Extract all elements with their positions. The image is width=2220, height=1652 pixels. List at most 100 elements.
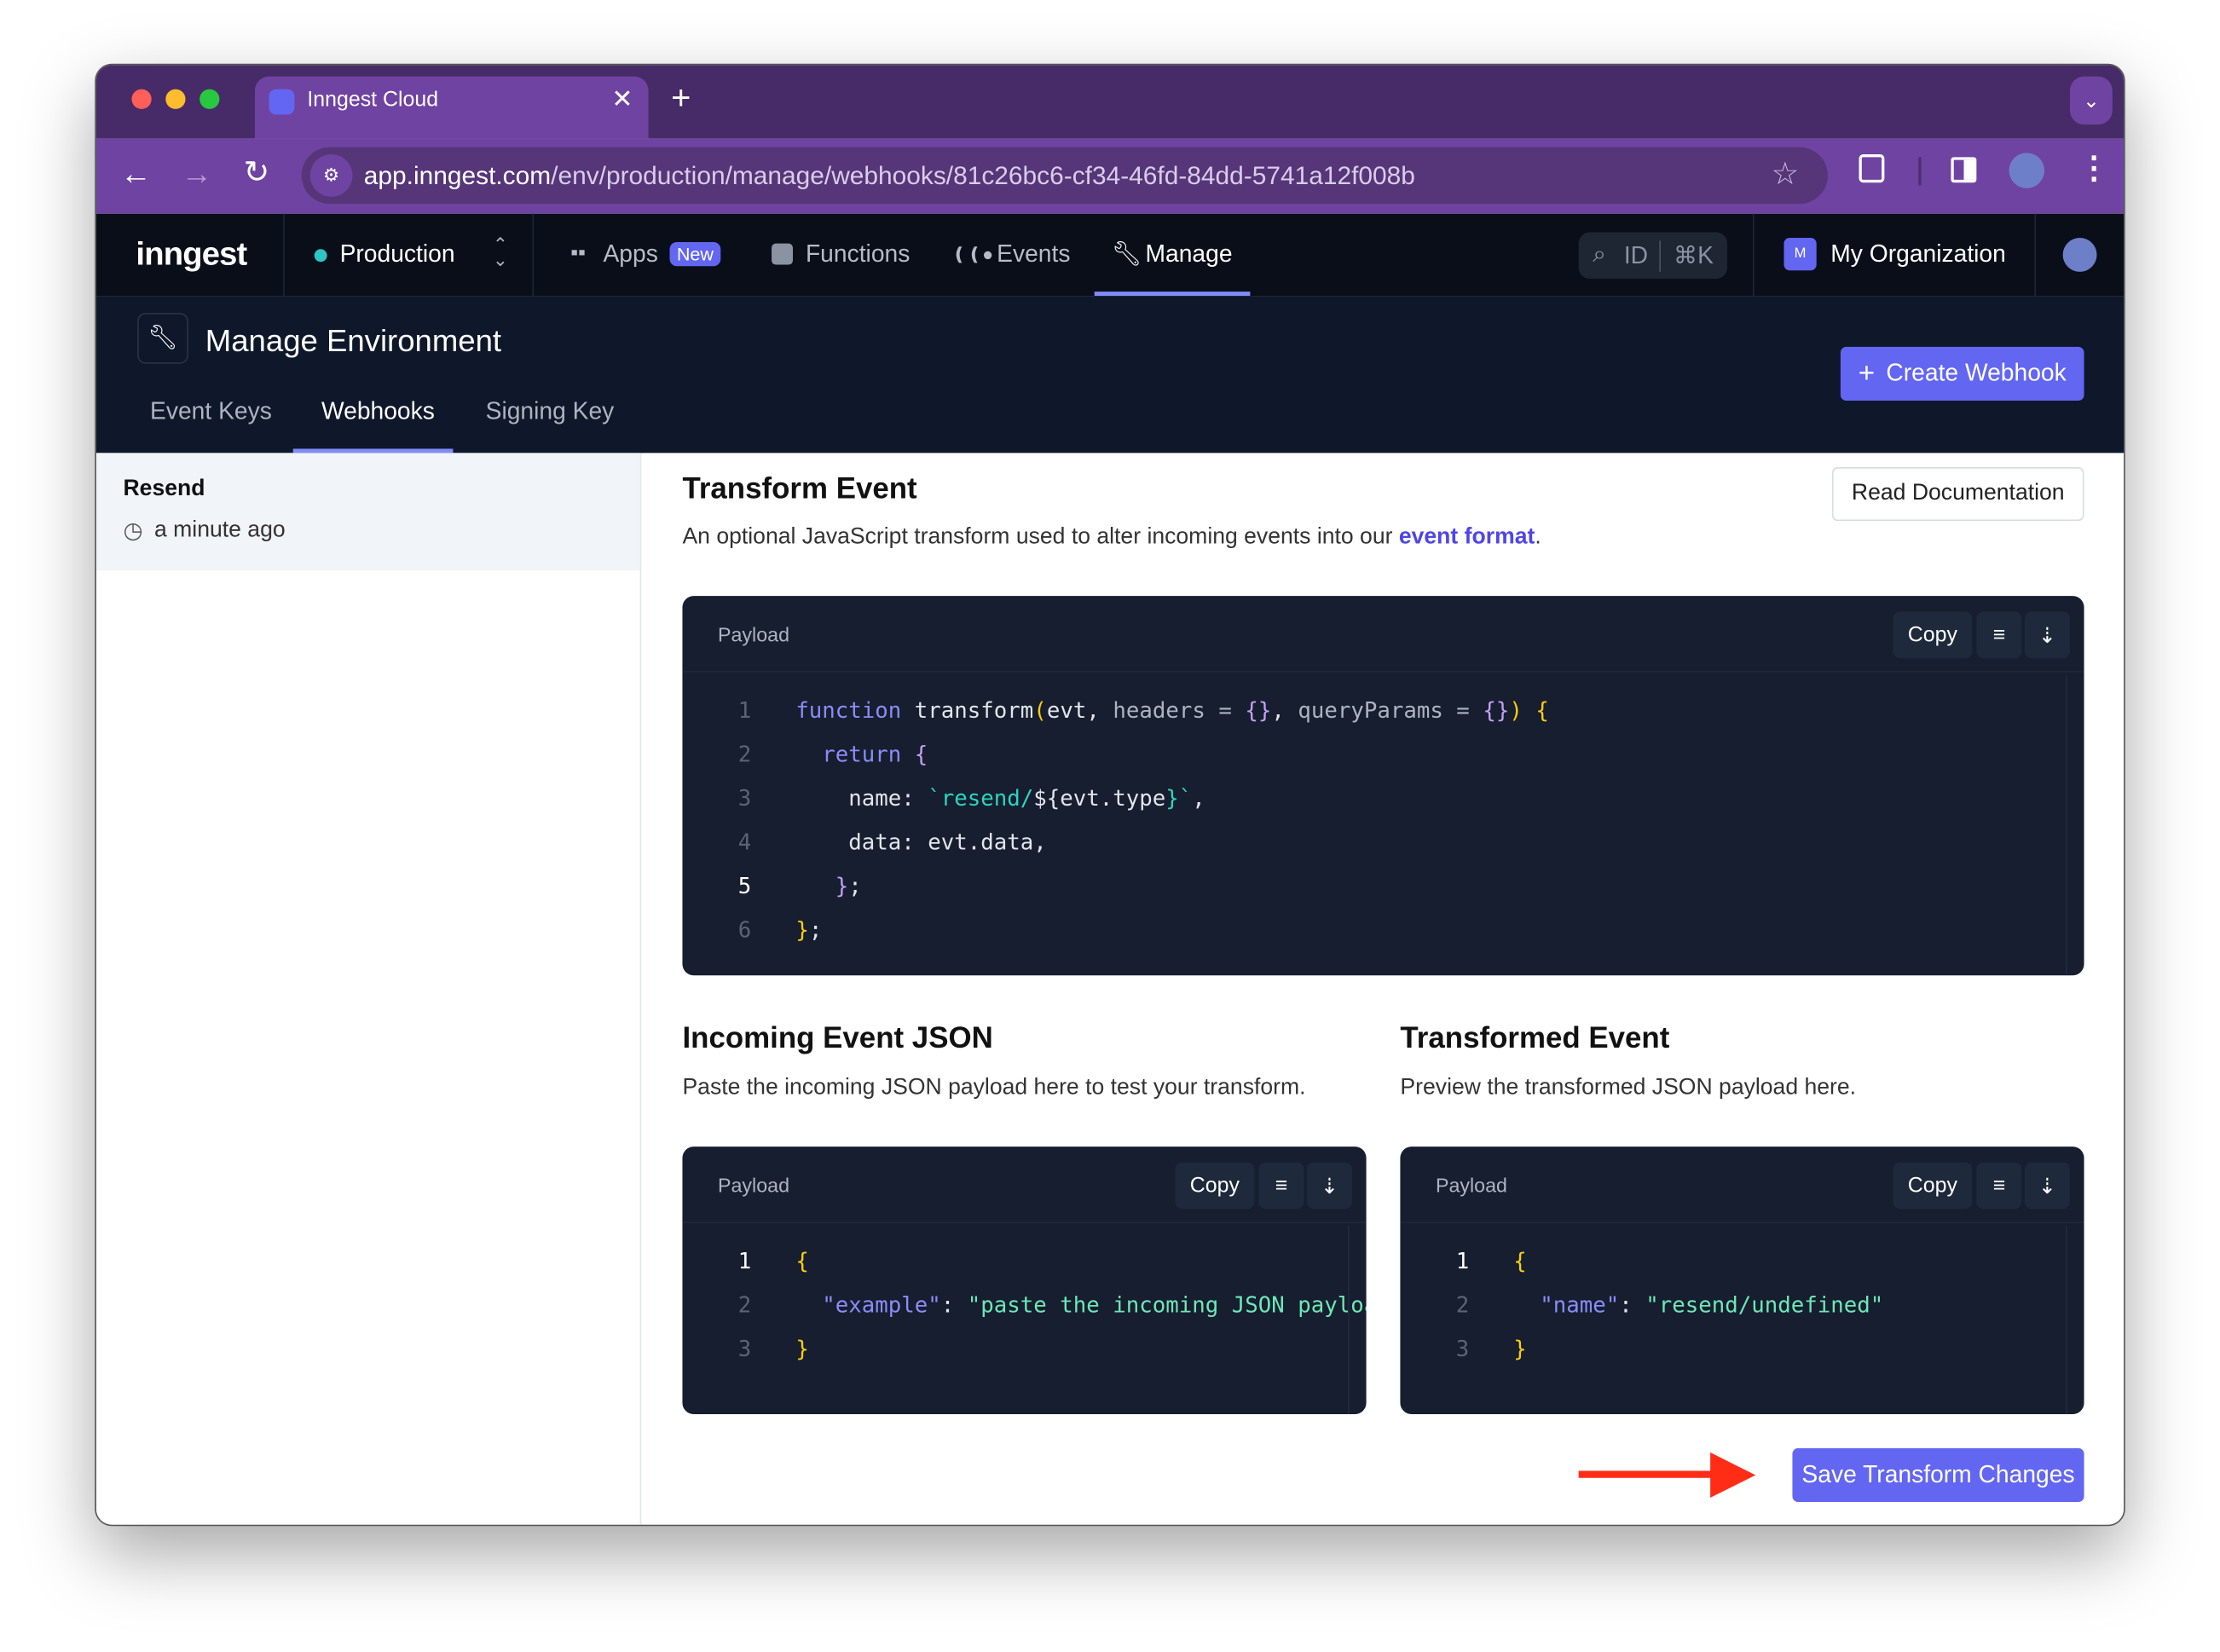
url-path: /env/production/manage/webhooks/81c26bc6… [551, 161, 1415, 190]
line-number: 4 [737, 829, 752, 856]
wrap-lines-icon[interactable]: ≡ [1976, 1162, 2022, 1210]
transform-description: An optional JavaScript transform used to… [682, 525, 1541, 551]
event-format-link[interactable]: event format [1399, 525, 1535, 549]
tab-title: Inngest Cloud [307, 87, 439, 113]
code-line: data: evt.data, [795, 829, 1046, 855]
code-token: ( [1033, 697, 1047, 724]
format-icon[interactable]: ⇣ [2024, 1162, 2070, 1210]
browser-tab[interactable]: Inngest Cloud ✕ [254, 76, 649, 139]
save-transform-changes-button[interactable]: Save Transform Changes [1792, 1447, 2084, 1503]
editor-header: Payload Copy ≡ ⇣ [682, 596, 2084, 673]
address-bar[interactable]: ⚙ app.inngest.com/env/production/manage/… [301, 147, 1828, 205]
minimize-window-button[interactable] [165, 89, 186, 109]
code-token: {} [1245, 697, 1272, 724]
code-token: : [940, 1292, 968, 1319]
organization-menu[interactable]: M My Organization [1781, 214, 2021, 296]
code-token: : [1619, 1292, 1646, 1319]
incoming-description: Paste the incoming JSON payload here to … [682, 1076, 1306, 1100]
code-line: } [795, 1337, 809, 1362]
copy-button[interactable]: Copy [1893, 611, 1973, 659]
code-token: , [1271, 697, 1298, 724]
divider [2034, 213, 2037, 297]
copy-button[interactable]: Copy [1893, 1162, 1973, 1210]
toolbar-divider [1918, 157, 1922, 186]
transformed-description: Preview the transformed JSON payload her… [1400, 1076, 1857, 1100]
side-panel-icon[interactable] [1951, 157, 1977, 183]
copy-button[interactable]: Copy [1175, 1162, 1255, 1210]
close-window-button[interactable] [131, 89, 152, 109]
nav-events[interactable]: ❪❪● Events [951, 214, 1086, 296]
nav-manage-label: Manage [1145, 240, 1233, 268]
line-number: 3 [1455, 1336, 1470, 1362]
user-avatar[interactable] [2062, 237, 2097, 272]
line-number: 5 [737, 873, 752, 899]
maximize-window-button[interactable] [199, 89, 220, 109]
bookmark-star-icon[interactable]: ☆ [1772, 156, 1800, 193]
org-name: My Organization [1830, 240, 2006, 268]
org-avatar: M [1784, 237, 1817, 271]
tab-strip: Inngest Cloud ✕ + ⌄ [95, 65, 2125, 139]
tab-webhooks[interactable]: Webhooks [321, 398, 435, 426]
incoming-title: Incoming Event JSON [682, 1022, 993, 1055]
code-token: { [914, 742, 928, 768]
tab-signing-key[interactable]: Signing Key [486, 398, 615, 426]
webhook-list-item[interactable]: Resend ◷ a minute ago [95, 453, 640, 571]
inngest-logo[interactable]: inngest [136, 235, 247, 274]
environment-selector[interactable]: Production ⌃ ⌄ [309, 214, 521, 296]
browser-menu-icon[interactable]: ⋮ [2078, 150, 2110, 187]
webhook-name: Resend [123, 477, 205, 501]
code-token: { [795, 1248, 809, 1274]
clock-icon: ◷ [123, 519, 143, 544]
search-button[interactable]: ⌕ ID ⌘K [1578, 232, 1728, 280]
scrollbar[interactable] [2065, 1226, 2067, 1415]
scrollbar[interactable] [2065, 675, 2067, 976]
code-token: headers = [1113, 697, 1246, 724]
forward-icon[interactable]: → [182, 156, 213, 193]
back-icon[interactable]: ← [120, 156, 152, 193]
profile-avatar[interactable] [2009, 153, 2045, 188]
code-line: { [1513, 1249, 1527, 1274]
code-token: ` [1178, 785, 1193, 812]
line-number: 2 [737, 1292, 752, 1319]
format-icon[interactable]: ⇣ [2024, 611, 2070, 659]
code-token: transform [914, 697, 1034, 724]
extensions-icon[interactable] [1859, 154, 1885, 183]
code-token: { [1522, 697, 1549, 724]
create-webhook-button[interactable]: + Create Webhook [1840, 346, 2084, 401]
code-token: name: [795, 785, 928, 812]
main-content: Transform Event An optional JavaScript t… [642, 453, 2125, 1525]
code-token: `resend/ [928, 785, 1034, 812]
wrap-lines-icon[interactable]: ≡ [1976, 611, 2022, 659]
browser-window: Inngest Cloud ✕ + ⌄ ← → ↻ ⚙ app.inngest.… [95, 63, 2125, 1527]
create-webhook-label: Create Webhook [1886, 359, 2067, 387]
format-icon[interactable]: ⇣ [1306, 1162, 1352, 1210]
site-settings-icon[interactable]: ⚙ [309, 154, 353, 197]
environment-name: Production [339, 240, 455, 268]
code-token: "example" [795, 1292, 941, 1319]
tab-event-keys[interactable]: Event Keys [150, 398, 272, 426]
new-tab-icon[interactable]: + [671, 79, 691, 118]
read-documentation-button[interactable]: Read Documentation [1831, 467, 2084, 522]
incoming-json-editor[interactable]: Payload Copy ≡ ⇣ 1 {2 "example": "paste t… [682, 1147, 1367, 1415]
transformed-json-editor[interactable]: Payload Copy ≡ ⇣ 1 {2 "name": "resend/und… [1400, 1147, 2084, 1415]
wrap-lines-icon[interactable]: ≡ [1258, 1162, 1304, 1210]
reload-icon[interactable]: ↻ [244, 154, 270, 191]
nav-functions[interactable]: Functions [772, 214, 928, 296]
close-tab-icon[interactable]: ✕ [611, 85, 633, 115]
transform-editor[interactable]: Payload Copy ≡ ⇣ 1 function transform(evt… [682, 596, 2084, 976]
annotation-arrow [1578, 1470, 1714, 1478]
nav-apps[interactable]: ▪▪ Apps New [570, 214, 733, 296]
divider [283, 213, 285, 297]
nav-manage[interactable]: 🔧︎ Manage [1094, 214, 1251, 297]
code-line: name: `resend/${evt.type}`, [795, 786, 1205, 812]
wrench-icon: 🔧︎ [1111, 240, 1142, 268]
code-line: }; [795, 917, 822, 943]
search-label: ID [1623, 241, 1649, 269]
code-token: "resend/undefined" [1645, 1292, 1884, 1319]
code-token: evt.type [1060, 785, 1166, 812]
inngest-favicon-icon [269, 89, 295, 115]
tab-search-chevron-icon[interactable]: ⌄ [2069, 76, 2113, 125]
search-shortcut: ⌘K [1673, 241, 1714, 269]
scrollbar[interactable] [1347, 1226, 1350, 1415]
code-token: "paste the incoming JSON payload here" [967, 1292, 1367, 1319]
